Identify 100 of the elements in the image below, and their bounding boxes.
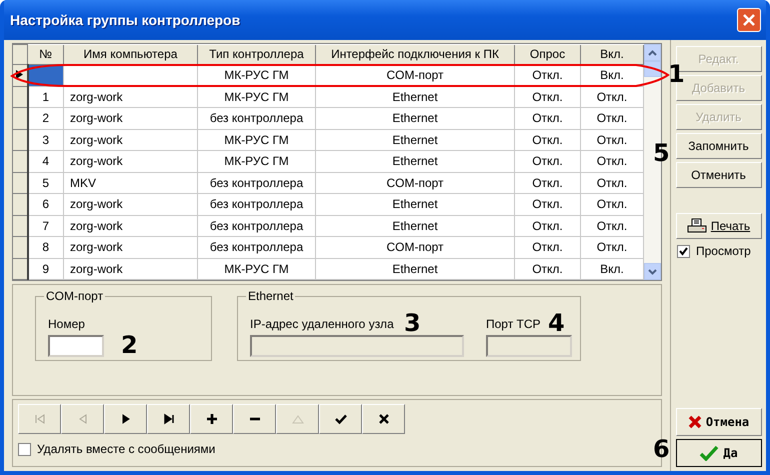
checkbox-label: Удалять вместе с сообщениями [37, 442, 216, 456]
last-button[interactable] [147, 404, 190, 434]
input-field[interactable] [48, 335, 104, 357]
row-indicator[interactable] [13, 129, 28, 150]
row-indicator[interactable] [13, 215, 28, 236]
group-title: Ethernet [247, 289, 294, 303]
table-cell: Откл. [514, 258, 580, 280]
table-cell: zorg-work [64, 194, 198, 215]
table-cell: zorg-work [64, 86, 198, 108]
cancel-button[interactable] [362, 404, 405, 434]
window-title: Настройка группы контроллеров [10, 12, 240, 28]
checkbox[interactable] [18, 442, 31, 456]
printer-icon [686, 218, 707, 234]
table-cell: COM-порт [316, 172, 514, 194]
table-cell: МК-РУС ГМ [198, 150, 316, 172]
table-cell: МК-РУС ГМ [198, 258, 316, 280]
callout-number: 2 [121, 333, 138, 357]
callout-number: 6 [653, 437, 670, 461]
ok-button[interactable]: Да [676, 439, 762, 467]
row-indicator[interactable] [13, 194, 28, 215]
table-cell: Ethernet [316, 129, 514, 150]
table-cell: Ethernet [316, 215, 514, 236]
callout-number: 5 [653, 141, 670, 165]
post-button[interactable] [319, 404, 362, 434]
group-title: COM-порт [45, 289, 104, 303]
table-cell: 8 [28, 236, 64, 258]
table-cell: Ethernet [316, 194, 514, 215]
table-cell: Откл. [514, 215, 580, 236]
scroll-up-icon [648, 50, 657, 56]
row-indicator[interactable] [13, 172, 28, 194]
close-icon [376, 413, 390, 425]
row-indicator[interactable] [13, 86, 28, 108]
row-pointer-icon [16, 70, 24, 80]
table-cell: zorg-work [64, 150, 198, 172]
field-label: Номер [48, 317, 85, 331]
column-header[interactable]: Интерфейс подключения к ПК [316, 44, 514, 64]
row-indicator[interactable] [13, 150, 28, 172]
table-cell: zorg-work [64, 129, 198, 150]
print-button[interactable]: Печать [676, 213, 762, 239]
table-cell: без контроллера [198, 194, 316, 215]
checkmark-icon [334, 413, 348, 425]
table-cell: 7 [28, 215, 64, 236]
checkmark-icon [699, 445, 720, 461]
close-icon [742, 13, 756, 27]
table-cell: МК-РУС ГМ [198, 129, 316, 150]
table-cell: MKV [64, 172, 198, 194]
table-cell: zorg-work [64, 236, 198, 258]
side-button[interactable]: Запомнить [676, 133, 762, 159]
table-cell: Ethernet [316, 150, 514, 172]
row-indicator[interactable] [13, 258, 28, 280]
checkbox[interactable] [677, 244, 690, 258]
field-label: IP-адрес удаленного узла [250, 317, 394, 331]
table-cell: Откл. [514, 108, 580, 129]
cancel-button[interactable]: Отмена [676, 408, 762, 436]
field-label: Порт TCP [486, 317, 541, 331]
column-header[interactable]: Вкл. [580, 44, 644, 64]
delete-button[interactable] [233, 404, 276, 434]
table-cell: Откл. [514, 172, 580, 194]
checkbox-label: Просмотр [696, 244, 751, 258]
table-cell: 9 [28, 258, 64, 280]
plus-icon [204, 413, 218, 425]
cross-icon [688, 415, 702, 429]
table-cell: МК-РУС ГМ [198, 86, 316, 108]
table-cell: Откл. [514, 129, 580, 150]
first-record-icon [32, 413, 46, 425]
table-cell: zorg-work [64, 215, 198, 236]
table-cell: Ethernet [316, 108, 514, 129]
column-header[interactable]: Опрос [514, 44, 580, 64]
callout-number: 3 [404, 311, 421, 335]
table-cell: Откл. [514, 86, 580, 108]
row-indicator[interactable] [13, 236, 28, 258]
table-cell: без контроллера [198, 172, 316, 194]
row-indicator[interactable] [13, 108, 28, 129]
table-cell: 6 [28, 194, 64, 215]
table-cell: 2 [28, 108, 64, 129]
table-cell: 5 [28, 172, 64, 194]
table-cell: COM-порт [316, 236, 514, 258]
last-record-icon [162, 413, 176, 425]
triangle-icon [290, 413, 304, 425]
close-button[interactable] [737, 8, 761, 32]
add-button[interactable] [190, 404, 233, 434]
table-cell: без контроллера [198, 108, 316, 129]
table-cell: Ethernet [316, 86, 514, 108]
table-cell: zorg-work [64, 108, 198, 129]
table-cell: 1 [28, 86, 64, 108]
side-button[interactable]: Отменить [676, 162, 762, 188]
column-header[interactable]: № [28, 44, 64, 64]
table-cell: Откл. [514, 194, 580, 215]
table-cell: Откл. [514, 236, 580, 258]
scroll-down-icon [648, 268, 657, 274]
table-cell: Ethernet [316, 258, 514, 280]
next-button[interactable] [104, 404, 147, 434]
table-cell: 4 [28, 150, 64, 172]
table-cell: zorg-work [64, 258, 198, 280]
table-cell: без контроллера [198, 236, 316, 258]
table-cell: Откл. [514, 150, 580, 172]
column-header[interactable]: Имя компьютера [64, 44, 198, 64]
table-cell: без контроллера [198, 215, 316, 236]
column-header[interactable]: Тип контроллера [198, 44, 316, 64]
table-cell: 3 [28, 129, 64, 150]
